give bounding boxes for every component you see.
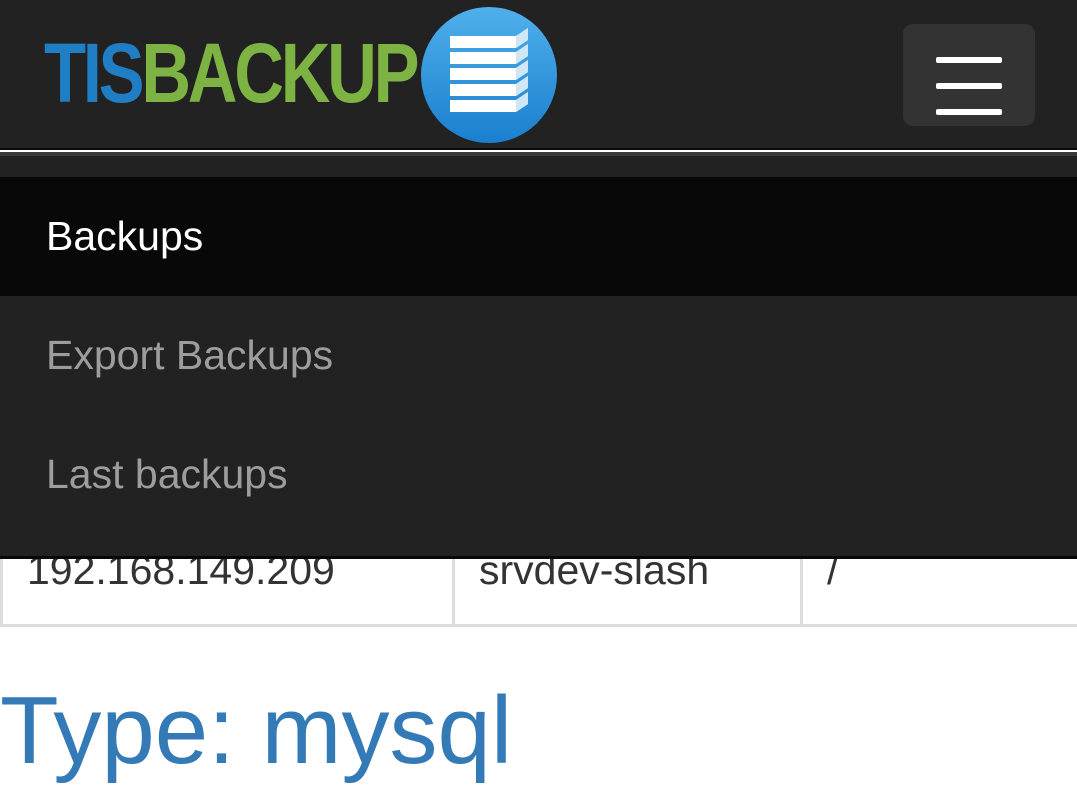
stacked-layers-icon: [421, 7, 557, 143]
brand-wordmark-tis: TIS: [44, 26, 145, 120]
table-cell-text: srvdev-slash: [479, 559, 710, 593]
nav-menu: Backups Export Backups Last backups: [0, 156, 1077, 559]
section-heading: Type: mysql: [0, 677, 513, 784]
hamburger-menu-icon-bar-top: [936, 57, 1002, 63]
table-cell-path: /: [800, 559, 1077, 624]
nav-item-export-backups[interactable]: Export Backups: [0, 296, 1077, 415]
nav-item-label: Backups: [46, 213, 204, 259]
table-row: 192.168.149.209 srvdev-slash /: [0, 559, 1077, 627]
table-cell-text: 192.168.149.209: [27, 559, 335, 593]
brand-wordmark: TISBACKUP: [44, 31, 420, 115]
brand-wordmark-backup: BACKUP: [141, 26, 419, 120]
table-cell-hostname: srvdev-slash: [452, 559, 800, 624]
table-cell-ip: 192.168.149.209: [0, 559, 452, 624]
table-cell-text: /: [827, 559, 839, 593]
navbar: TISBACKUP: [0, 0, 1077, 150]
nav-item-label: Last backups: [46, 451, 288, 497]
nav-item-last-backups[interactable]: Last backups: [0, 415, 1077, 534]
nav-item-backups[interactable]: Backups: [0, 177, 1077, 296]
hamburger-menu-icon-bar-middle: [936, 83, 1002, 89]
nav-item-label: Export Backups: [46, 332, 334, 378]
menu-toggle-button[interactable]: [903, 24, 1035, 126]
hamburger-menu-icon-bar-bottom: [936, 109, 1002, 115]
